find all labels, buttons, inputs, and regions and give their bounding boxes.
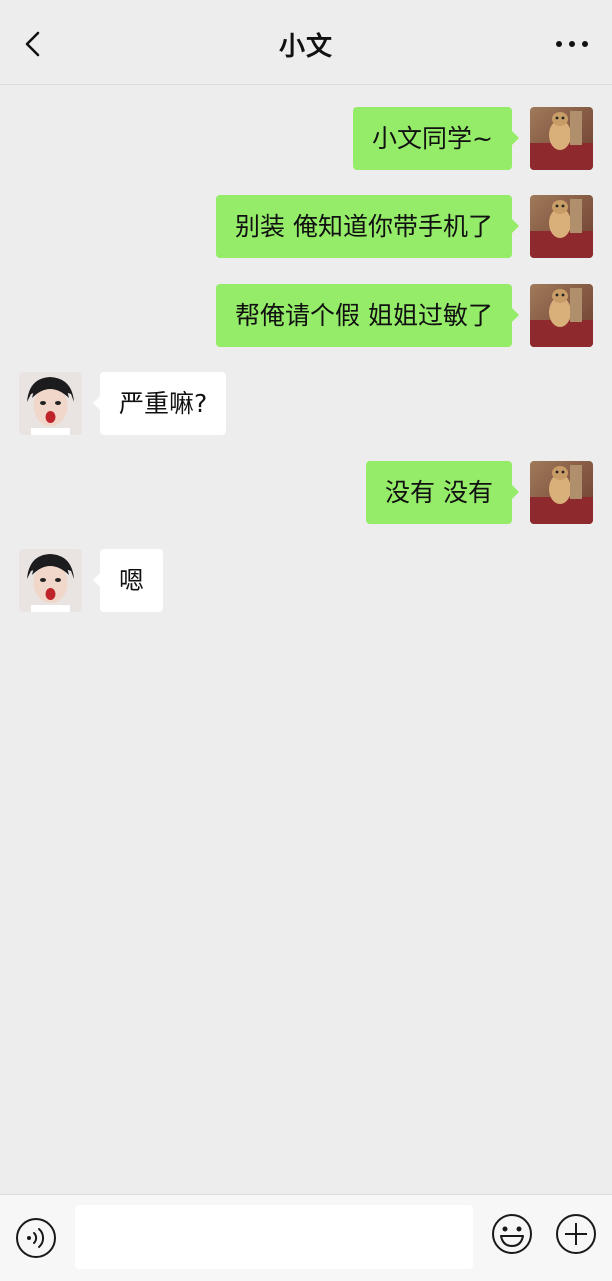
my-avatar[interactable]: [530, 195, 593, 258]
emoji-button[interactable]: [490, 1212, 534, 1256]
message-text: 没有 没有: [385, 478, 493, 507]
message-text: 嗯: [119, 566, 145, 595]
chat-title: 小文: [278, 32, 333, 62]
voice-icon: [16, 1218, 56, 1258]
plus-circle-icon: [556, 1214, 596, 1254]
message-text: 小文同学~: [372, 124, 493, 153]
bubble-tail: [512, 485, 519, 499]
message-row: 帮俺请个假 姐姐过敏了: [0, 284, 612, 348]
more-dots-icon: [556, 41, 588, 47]
message-text: 别装 俺知道你带手机了: [235, 212, 493, 241]
my-avatar[interactable]: [530, 461, 593, 524]
message-row: 嗯: [0, 549, 612, 613]
message-bubble-outgoing[interactable]: 小文同学~: [353, 107, 519, 170]
chat-header: 小文: [0, 0, 612, 85]
message-text: 帮俺请个假 姐姐过敏了: [235, 301, 493, 330]
contact-avatar[interactable]: [19, 372, 82, 435]
input-bar: [0, 1194, 612, 1281]
message-row: 别装 俺知道你带手机了: [0, 195, 612, 259]
bubble-tail: [512, 308, 519, 322]
message-row: 严重嘛?: [0, 372, 612, 436]
contact-avatar[interactable]: [19, 549, 82, 612]
my-avatar[interactable]: [530, 107, 593, 170]
emoji-icon: [492, 1214, 532, 1254]
my-avatar[interactable]: [530, 284, 593, 347]
more-functions-button[interactable]: [554, 1212, 598, 1256]
message-bubble-outgoing[interactable]: 帮俺请个假 姐姐过敏了: [216, 284, 519, 347]
message-text: 严重嘛?: [119, 389, 208, 418]
message-bubble-incoming[interactable]: 嗯: [93, 549, 164, 612]
bubble-tail: [512, 131, 519, 145]
message-input[interactable]: [75, 1205, 473, 1269]
bubble-tail: [93, 573, 100, 587]
message-bubble-outgoing[interactable]: 没有 没有: [366, 461, 519, 524]
more-button[interactable]: [554, 36, 590, 52]
bubble-tail: [512, 219, 519, 233]
message-bubble-outgoing[interactable]: 别装 俺知道你带手机了: [216, 195, 519, 258]
voice-button[interactable]: [14, 1216, 58, 1260]
message-row: 没有 没有: [0, 461, 612, 525]
message-row: 小文同学~: [0, 107, 612, 171]
bubble-tail: [93, 396, 100, 410]
message-bubble-incoming[interactable]: 严重嘛?: [93, 372, 227, 435]
